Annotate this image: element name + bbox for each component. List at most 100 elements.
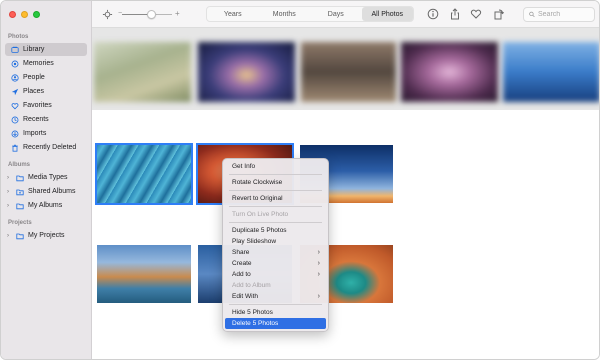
menu-item-label: Duplicate 5 Photos	[232, 227, 287, 234]
zoom-slider-knob[interactable]	[147, 10, 156, 19]
menu-item-create[interactable]: Create ›	[225, 258, 326, 269]
info-icon[interactable]	[427, 8, 439, 20]
menu-item-add-to-album: Add to Album	[225, 280, 326, 291]
tab-years[interactable]: Years	[207, 7, 259, 21]
memories-icon	[11, 60, 19, 68]
sidebar-item-label: Media Types	[28, 174, 68, 181]
search-icon	[529, 11, 535, 18]
favorites-icon	[11, 102, 19, 110]
chevron-right-icon: ›	[317, 293, 320, 300]
people-icon	[11, 73, 19, 82]
search-field[interactable]	[523, 7, 595, 22]
blurred-header-row	[92, 28, 599, 110]
sidebar-item-label: Imports	[23, 130, 47, 137]
sidebar: Photos Library Memories People Places Fa…	[1, 1, 92, 359]
sidebar-item-recently-deleted[interactable]: Recently Deleted	[5, 141, 87, 154]
menu-item-revert-to-original[interactable]: Revert to Original	[225, 193, 326, 204]
sidebar-item-library[interactable]: Library	[5, 43, 87, 56]
folder-icon	[16, 174, 24, 182]
sidebar-item-favorites[interactable]: Favorites	[5, 99, 87, 112]
photo-aerial-sea[interactable]	[95, 143, 193, 205]
sidebar-item-people[interactable]: People	[5, 71, 87, 84]
menu-item-label: Play Slideshow	[232, 238, 277, 245]
trash-icon	[11, 144, 19, 152]
zoom-slider-fill	[122, 14, 149, 15]
menu-item-label: Add to Album	[232, 282, 271, 289]
section-albums-label: Albums	[8, 162, 31, 168]
toolbar: − + Years Months Days All Photos	[92, 1, 599, 28]
sidebar-item-label: My Albums	[28, 202, 63, 209]
menu-item-label: Edit With	[232, 293, 259, 300]
blurred-photo	[198, 42, 295, 102]
menu-separator	[229, 206, 322, 207]
blurred-photo	[94, 42, 191, 102]
photo-mountain-lake[interactable]	[97, 245, 191, 303]
folder-icon	[16, 202, 24, 210]
menu-item-edit-with[interactable]: Edit With ›	[225, 291, 326, 302]
sidebar-item-label: Recents	[23, 116, 49, 123]
menu-item-rotate-clockwise[interactable]: Rotate Clockwise	[225, 177, 326, 188]
section-projects-label: Projects	[8, 220, 32, 226]
places-icon	[11, 88, 19, 96]
imports-icon	[11, 130, 19, 138]
menu-item-label: Rotate Clockwise	[232, 179, 283, 186]
menu-item-delete[interactable]: Delete 5 Photos	[225, 318, 326, 329]
menu-item-duplicate[interactable]: Duplicate 5 Photos	[225, 225, 326, 236]
photos-window: Photos Library Memories People Places Fa…	[0, 0, 600, 360]
minimize-button[interactable]	[21, 11, 28, 18]
zoom-button[interactable]	[33, 11, 40, 18]
chevron-right-icon: ›	[317, 271, 320, 278]
menu-item-label: Hide 5 Photos	[232, 309, 273, 316]
share-icon[interactable]	[449, 8, 461, 20]
sidebar-item-media-types[interactable]: › Media Types	[5, 171, 87, 184]
zoom-in-label: +	[175, 9, 180, 18]
sidebar-item-label: Memories	[23, 60, 54, 67]
disclosure-icon[interactable]: ›	[7, 203, 12, 209]
cloud-folder-icon	[16, 188, 24, 196]
sidebar-item-label: People	[23, 74, 45, 81]
tab-months[interactable]: Months	[259, 7, 311, 21]
menu-item-label: Share	[232, 249, 250, 256]
disclosure-icon[interactable]: ›	[7, 233, 12, 239]
sidebar-item-recents[interactable]: Recents	[5, 113, 87, 126]
sidebar-item-shared-albums[interactable]: › Shared Albums	[5, 185, 87, 198]
menu-item-hide[interactable]: Hide 5 Photos	[225, 307, 326, 318]
rotate-icon[interactable]	[102, 9, 113, 20]
menu-separator	[229, 174, 322, 175]
sidebar-item-my-projects[interactable]: › My Projects	[5, 229, 87, 242]
sidebar-item-memories[interactable]: Memories	[5, 57, 87, 70]
sidebar-item-label: Favorites	[23, 102, 52, 109]
chevron-right-icon: ›	[317, 249, 320, 256]
search-input[interactable]	[538, 11, 594, 18]
menu-item-turn-on-live-photo: Turn On Live Photo	[225, 209, 326, 220]
recents-icon	[11, 116, 19, 124]
chevron-right-icon: ›	[317, 260, 320, 267]
tab-all-photos[interactable]: All Photos	[361, 7, 413, 21]
view-tabs: Years Months Days All Photos	[206, 6, 414, 22]
sidebar-item-my-albums[interactable]: › My Albums	[5, 199, 87, 212]
disclosure-icon[interactable]: ›	[7, 189, 12, 195]
menu-item-label: Turn On Live Photo	[232, 211, 289, 218]
sidebar-item-imports[interactable]: Imports	[5, 127, 87, 140]
rotate-clockwise-icon[interactable]	[493, 8, 505, 20]
blurred-photo	[301, 42, 396, 102]
menu-item-add-to[interactable]: Add to ›	[225, 269, 326, 280]
menu-item-share[interactable]: Share ›	[225, 247, 326, 258]
close-button[interactable]	[9, 11, 16, 18]
library-icon	[11, 46, 19, 54]
blurred-photo	[401, 42, 498, 102]
context-menu: Get Info Rotate Clockwise Revert to Orig…	[222, 158, 329, 332]
menu-separator	[229, 190, 322, 191]
sidebar-item-places[interactable]: Places	[5, 85, 87, 98]
folder-icon	[16, 232, 24, 240]
tab-days[interactable]: Days	[310, 7, 362, 21]
menu-item-get-info[interactable]: Get Info	[225, 161, 326, 172]
menu-separator	[229, 222, 322, 223]
menu-item-label: Delete 5 Photos	[232, 320, 279, 327]
favorite-icon[interactable]	[470, 8, 482, 20]
menu-item-label: Get Info	[232, 163, 256, 170]
menu-item-label: Add to	[232, 271, 251, 278]
disclosure-icon[interactable]: ›	[7, 175, 12, 181]
sidebar-item-label: Shared Albums	[28, 188, 76, 195]
menu-item-play-slideshow[interactable]: Play Slideshow	[225, 236, 326, 247]
